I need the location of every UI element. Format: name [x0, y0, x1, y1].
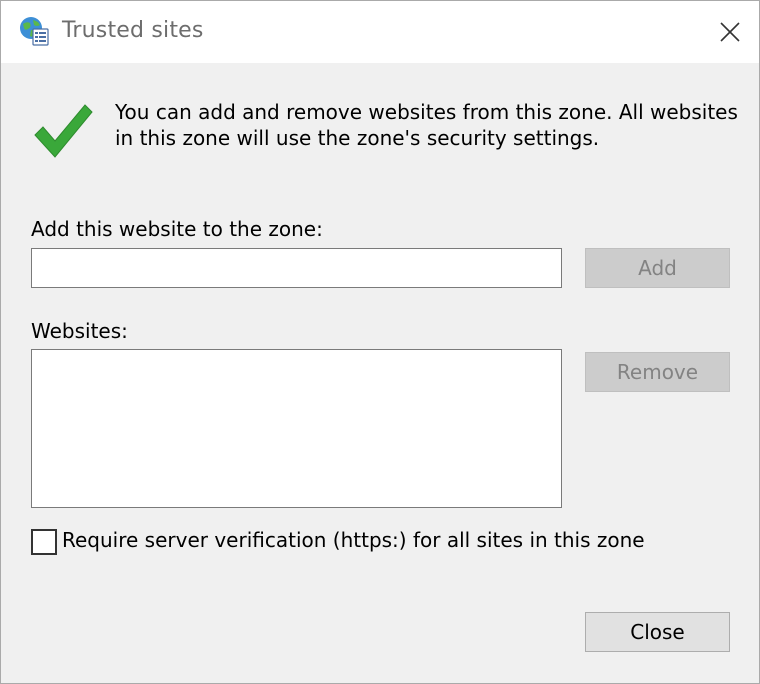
websites-list[interactable]	[31, 349, 562, 508]
info-message: You can add and remove websites from thi…	[115, 100, 738, 150]
title-bar: Trusted sites	[1, 1, 759, 63]
close-button[interactable]: Close	[585, 612, 730, 652]
close-icon[interactable]	[701, 1, 759, 63]
remove-button[interactable]: Remove	[585, 352, 730, 392]
websites-label: Websites:	[31, 319, 128, 343]
window-title: Trusted sites	[62, 18, 204, 43]
trusted-sites-dialog: Trusted sites You can add and remove web…	[0, 0, 760, 684]
website-url-input[interactable]	[31, 248, 562, 288]
require-https-checkbox[interactable]	[31, 529, 57, 555]
require-https-label[interactable]: Require server verification (https:) for…	[62, 528, 645, 552]
globe-shield-icon	[18, 15, 50, 47]
add-button[interactable]: Add	[585, 248, 730, 288]
add-website-label: Add this website to the zone:	[31, 217, 323, 241]
green-checkmark-icon	[31, 99, 95, 163]
